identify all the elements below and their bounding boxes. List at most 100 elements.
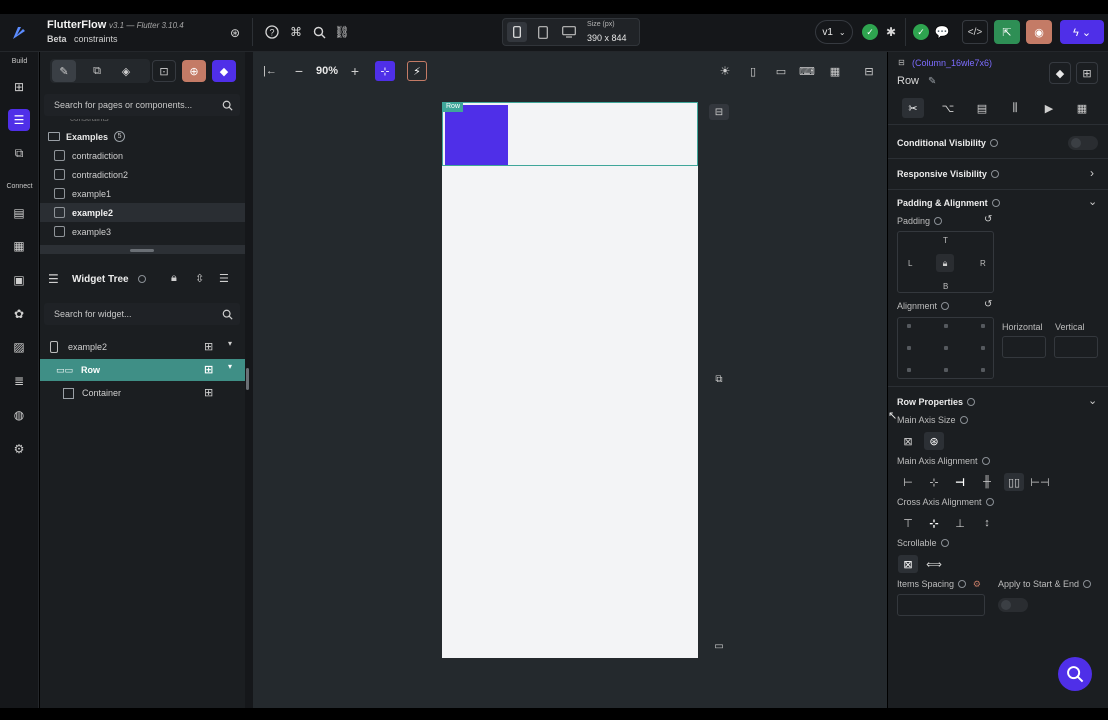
grid-icon[interactable]: ▦ [826,62,844,80]
align-dot[interactable] [944,368,948,372]
zoom-in-icon[interactable]: + [347,62,363,80]
canvas-area[interactable]: |← − 90% + ⊹ ⚡ ☀ ▯ ▭ ⌨ ▦ ⊟ Row ⊟ ⧉ ▭ [253,52,887,708]
info-icon[interactable] [990,170,999,179]
align-start-icon[interactable]: ⊢ [898,473,918,491]
feedback-icon[interactable]: ⊛ [225,23,245,43]
info-icon[interactable] [981,457,990,466]
info-icon[interactable] [991,199,1000,208]
run-lightning-icon[interactable]: ϟ ⌄ [1060,20,1104,44]
reset-icon[interactable]: ↺ [984,214,992,225]
scrollable-icon[interactable]: ⟺ [924,555,944,573]
add-folder-icon[interactable]: ⊡ [152,60,176,82]
splitter-handle[interactable] [246,368,249,390]
search-icon[interactable] [309,22,329,42]
search-icon[interactable] [220,307,234,321]
help-icon[interactable]: ? [262,22,282,42]
cross-center-icon[interactable]: ⊹ [924,514,944,532]
align-dot[interactable] [907,324,911,328]
align-dot[interactable] [944,346,948,350]
phone-canvas[interactable]: Row [442,102,698,658]
info-icon[interactable] [934,217,943,226]
app-state-icon[interactable]: ▣ [8,269,30,291]
align-dot[interactable] [981,324,985,328]
page-item-contradiction[interactable]: contradiction [40,146,245,165]
main-axis-min-icon[interactable]: ⊠ [898,432,918,450]
space-around-icon[interactable]: ▯▯ [1004,473,1024,491]
library-tab-icon[interactable]: ◈ [114,60,138,82]
backend-query-tab-icon[interactable]: ▤ [971,98,993,118]
portrait-icon[interactable]: ▯ [744,62,762,80]
row-properties-header[interactable]: Row Properties [897,397,976,408]
check-icon[interactable]: ✓ [862,24,878,40]
responsive-visibility-row[interactable]: Responsive Visibility [897,169,999,180]
database-icon[interactable]: ▤ [8,202,30,224]
chevron-down-icon[interactable]: ⌄ [1088,195,1097,208]
rotate-icon[interactable]: ▭ [772,62,790,80]
generate-children-tab-icon[interactable]: ⫼ [1004,98,1026,118]
info-icon[interactable] [958,580,967,589]
reset-icon[interactable]: ↺ [984,299,992,310]
not-scrollable-icon[interactable]: ⊠ [898,555,918,573]
main-axis-max-icon[interactable]: ⊛ [924,432,944,450]
link-icon[interactable]: ⛓ [332,22,352,42]
floating-search-button[interactable] [1058,657,1092,691]
conditional-visibility-toggle[interactable] [1068,136,1098,150]
tree-item-container[interactable]: Container ⊞ [40,382,245,404]
space-evenly-icon[interactable]: ⊢⊣ [1030,473,1050,491]
align-end-icon[interactable]: ⊣ [950,473,970,491]
preview-eye-icon[interactable]: ◉ [1026,20,1052,44]
add-page-button-icon[interactable]: ⊕ [182,60,206,82]
chat-icon[interactable]: 💬 [932,22,952,42]
collapse-panel-icon[interactable]: |← [261,62,279,80]
open-external-icon[interactable]: ⇱ [994,20,1020,44]
info-icon[interactable] [989,139,998,148]
keyboard-toggle-icon[interactable]: ⊟ [709,104,729,120]
flutterflow-logo-icon[interactable] [6,21,32,45]
align-dot[interactable] [944,324,948,328]
notes-tab-icon[interactable]: ▦ [1071,98,1093,118]
info-icon[interactable] [138,275,146,283]
caret-down-icon[interactable]: ▾ [228,339,232,348]
add-page-icon[interactable]: ⊞ [8,76,30,98]
container-widget[interactable] [445,105,508,165]
add-widget-icon[interactable]: ⊞ [204,386,213,399]
padding-right[interactable]: R [980,259,986,268]
page-item-example1[interactable]: example1 [40,184,245,203]
bug-icon[interactable]: ✱ [881,22,901,42]
cross-start-icon[interactable]: ⊤ [898,514,918,532]
animations-tab-icon[interactable]: ▶ [1038,98,1060,118]
magic-tool-icon[interactable]: ⚡ [407,61,427,81]
add-widget-icon[interactable]: ⊞ [204,340,213,353]
keyboard-icon[interactable]: ⌨ [798,62,816,80]
lock-icon[interactable]: 🔒︎ [171,272,177,285]
search-icon[interactable] [220,98,234,112]
space-between-icon[interactable]: ╫ [977,473,997,491]
filter-icon[interactable]: ☰ [219,272,229,285]
info-icon[interactable] [959,416,968,425]
select-mode-icon[interactable]: ⊹ [375,61,395,81]
info-icon[interactable] [941,302,950,311]
align-center-icon[interactable]: ⊹ [924,473,944,491]
phone-icon[interactable] [507,22,527,42]
horizontal-input[interactable] [1002,336,1046,358]
cross-end-icon[interactable]: ⊥ [950,514,970,532]
padding-lock-icon[interactable]: 🔒︎ [936,254,954,272]
zoom-out-icon[interactable]: − [291,62,307,80]
code-icon[interactable]: </> [962,20,988,44]
apply-start-end-toggle[interactable] [998,598,1028,612]
tree-item-page[interactable]: example2 ⊞ ▾ [40,336,245,358]
padding-alignment-header[interactable]: Padding & Alignment [897,198,1000,209]
align-dot[interactable] [981,368,985,372]
tree-item-row[interactable]: ▭▭ Row ⊞ ▾ [40,359,245,381]
tree-view-icon[interactable]: ⊟ [860,62,878,80]
align-dot[interactable] [907,368,911,372]
gem-icon[interactable]: ◆ [1049,62,1071,84]
properties-tab-icon[interactable]: ✂ [902,98,924,118]
align-dot[interactable] [981,346,985,350]
copy-icon[interactable]: ⧉ [709,371,729,387]
caret-down-icon[interactable]: ▾ [228,362,232,371]
padding-left[interactable]: L [908,259,912,268]
list-icon[interactable]: ≣ [8,370,30,392]
scrollbar-thumb[interactable] [130,249,154,252]
bottom-bar-icon[interactable]: ▭ [709,638,729,654]
